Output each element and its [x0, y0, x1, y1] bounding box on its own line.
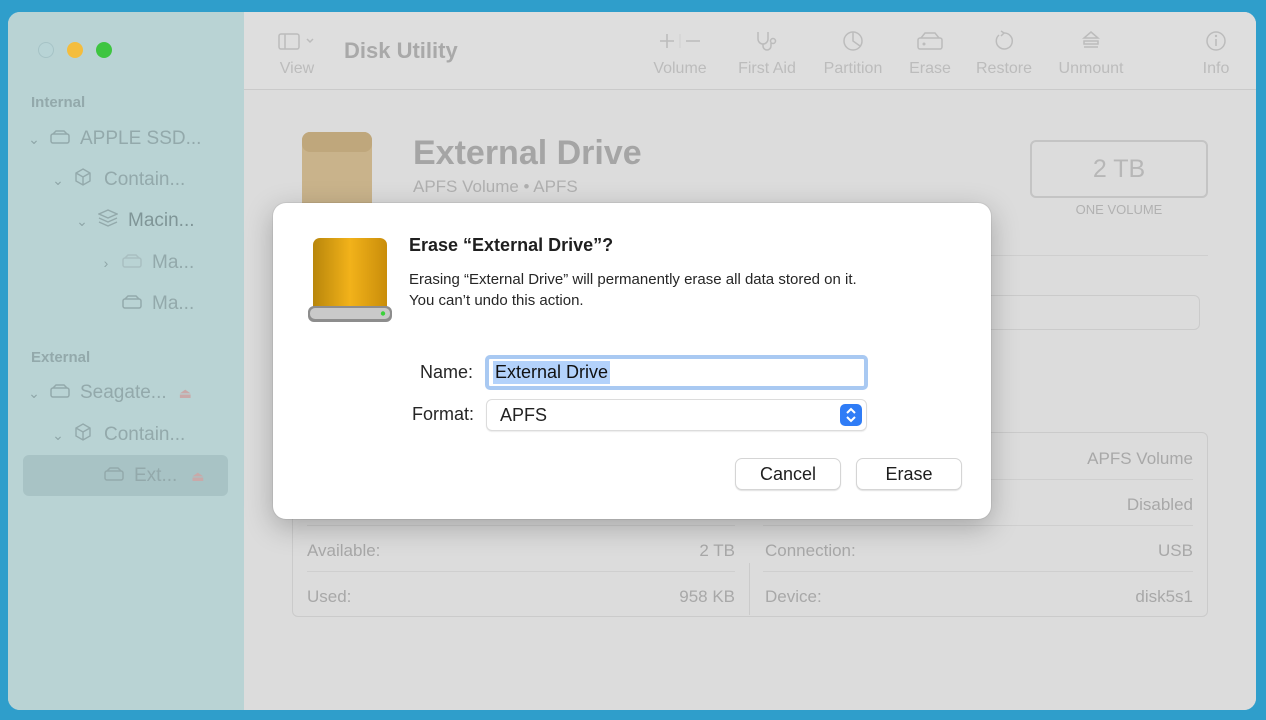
sidebar-item-seagate[interactable]: ⌄ Seagate... ⏏	[26, 378, 192, 408]
dialog-title: Erase “External Drive”?	[409, 235, 614, 255]
close-window-button[interactable]	[38, 42, 54, 58]
name-label: Name:	[419, 362, 473, 382]
chevron-right-icon[interactable]: ›	[98, 255, 114, 271]
toolbar: View Disk Utility Volume First Aid Parti…	[244, 12, 1256, 90]
sidebar-item-external-drive[interactable]: Ext... ⏏	[104, 461, 205, 491]
volume-button[interactable]: Volume	[648, 28, 712, 78]
sidebar-item-label: Ma...	[152, 252, 195, 273]
capacity-label: ONE VOLUME	[1075, 202, 1163, 217]
pie-chart-icon	[818, 28, 888, 54]
sidebar-item-macintosh-hd-data[interactable]: Ma...	[122, 289, 194, 319]
unmount-icon	[1054, 28, 1128, 54]
name-input[interactable]: External Drive	[485, 355, 868, 390]
disk-icon	[50, 128, 70, 150]
sidebar-item-label: Contain...	[104, 424, 186, 445]
chevron-down-icon[interactable]: ⌄	[50, 427, 66, 444]
available-value: 2 TB	[699, 541, 735, 560]
sidebar: Internal ⌄ APPLE SSD... ⌄ Contain... ⌄ M…	[8, 12, 244, 710]
divider	[984, 255, 1208, 256]
eject-icon[interactable]: ⏏	[191, 468, 204, 485]
erase-confirm-button[interactable]: Erase	[856, 458, 962, 490]
cancel-button[interactable]: Cancel	[735, 458, 841, 490]
restore-icon	[974, 28, 1034, 54]
format-value: APFS	[500, 404, 548, 425]
column-divider	[749, 563, 750, 615]
sidebar-toggle-icon	[274, 28, 320, 54]
info-button[interactable]: Info	[1194, 28, 1238, 78]
sidebar-item-label: Ext...	[134, 465, 178, 486]
sidebar-item-label: Macin...	[128, 210, 195, 231]
erase-disk-icon	[908, 28, 952, 54]
sidebar-item-apple-ssd[interactable]: ⌄ APPLE SSD...	[26, 124, 201, 154]
row-divider	[763, 525, 1193, 526]
sidebar-item-container[interactable]: ⌄ Contain...	[50, 165, 185, 195]
minimize-window-button[interactable]	[67, 42, 83, 58]
format-label: Format:	[411, 404, 474, 424]
used-value: 958 KB	[679, 587, 735, 606]
app-title: Disk Utility	[344, 38, 458, 63]
eject-icon[interactable]: ⏏	[179, 385, 192, 402]
sidebar-item-macintosh-hd-snapshot[interactable]: › Ma...	[98, 248, 195, 278]
sidebar-item-external-container[interactable]: ⌄ Contain...	[50, 420, 185, 450]
available-label: Available:	[307, 541, 381, 560]
device-label: Device:	[765, 587, 822, 606]
usage-bar	[984, 295, 1200, 330]
chevron-down-icon[interactable]: ⌄	[50, 172, 66, 189]
used-label: Used:	[307, 587, 352, 606]
chevron-down-icon[interactable]: ⌄	[26, 131, 42, 148]
view-button[interactable]: View	[274, 28, 320, 78]
capacity-box: 2 TB	[1030, 140, 1208, 198]
volume-subtitle: APFS Volume • APFS	[413, 177, 578, 196]
stethoscope-icon	[734, 28, 800, 54]
volume-name: External Drive	[413, 134, 642, 172]
device-value: disk5s1	[1135, 587, 1193, 606]
name-value[interactable]: External Drive	[493, 361, 611, 384]
info-icon	[1194, 28, 1238, 54]
chevron-down-icon[interactable]: ⌄	[74, 213, 90, 230]
type-value: APFS Volume	[1087, 449, 1193, 468]
volume-group-icon	[97, 209, 119, 233]
external-drive-icon	[305, 236, 395, 328]
disk-icon	[122, 293, 142, 315]
disk-icon	[50, 382, 70, 404]
sidebar-item-label: APPLE SSD...	[80, 128, 202, 149]
row-divider	[307, 525, 735, 526]
row-divider	[307, 571, 735, 572]
add-remove-icon	[648, 28, 712, 54]
container-icon	[74, 423, 94, 447]
owners-value: Disabled	[1126, 495, 1193, 514]
chevron-down-icon[interactable]: ⌄	[26, 385, 42, 402]
sidebar-item-label: Contain...	[104, 169, 186, 190]
sidebar-section-internal: Internal	[31, 94, 86, 111]
connection-value: USB	[1158, 541, 1193, 560]
erase-button[interactable]: Erase	[908, 28, 952, 78]
sidebar-item-label: Ma...	[152, 293, 195, 314]
partition-button[interactable]: Partition	[818, 28, 888, 78]
updown-chevron-icon[interactable]	[840, 404, 862, 426]
unmount-button[interactable]: Unmount	[1054, 28, 1128, 78]
sidebar-item-label: Seagate...	[80, 382, 167, 403]
format-select[interactable]: APFS	[486, 399, 867, 431]
sidebar-section-external: External	[31, 349, 91, 366]
first-aid-button[interactable]: First Aid	[734, 28, 800, 78]
dialog-message: Erasing “External Drive” will permanentl…	[409, 271, 857, 309]
row-divider	[763, 571, 1193, 572]
connection-label: Connection:	[765, 541, 856, 560]
sidebar-item-macintosh-hd[interactable]: ⌄ Macin...	[74, 206, 195, 236]
container-icon	[74, 168, 94, 192]
disk-icon	[122, 252, 142, 274]
zoom-window-button[interactable]	[96, 42, 112, 58]
disk-icon	[104, 465, 124, 487]
restore-button[interactable]: Restore	[974, 28, 1034, 78]
erase-dialog: Erase “External Drive”? Erasing “Externa…	[273, 203, 991, 519]
